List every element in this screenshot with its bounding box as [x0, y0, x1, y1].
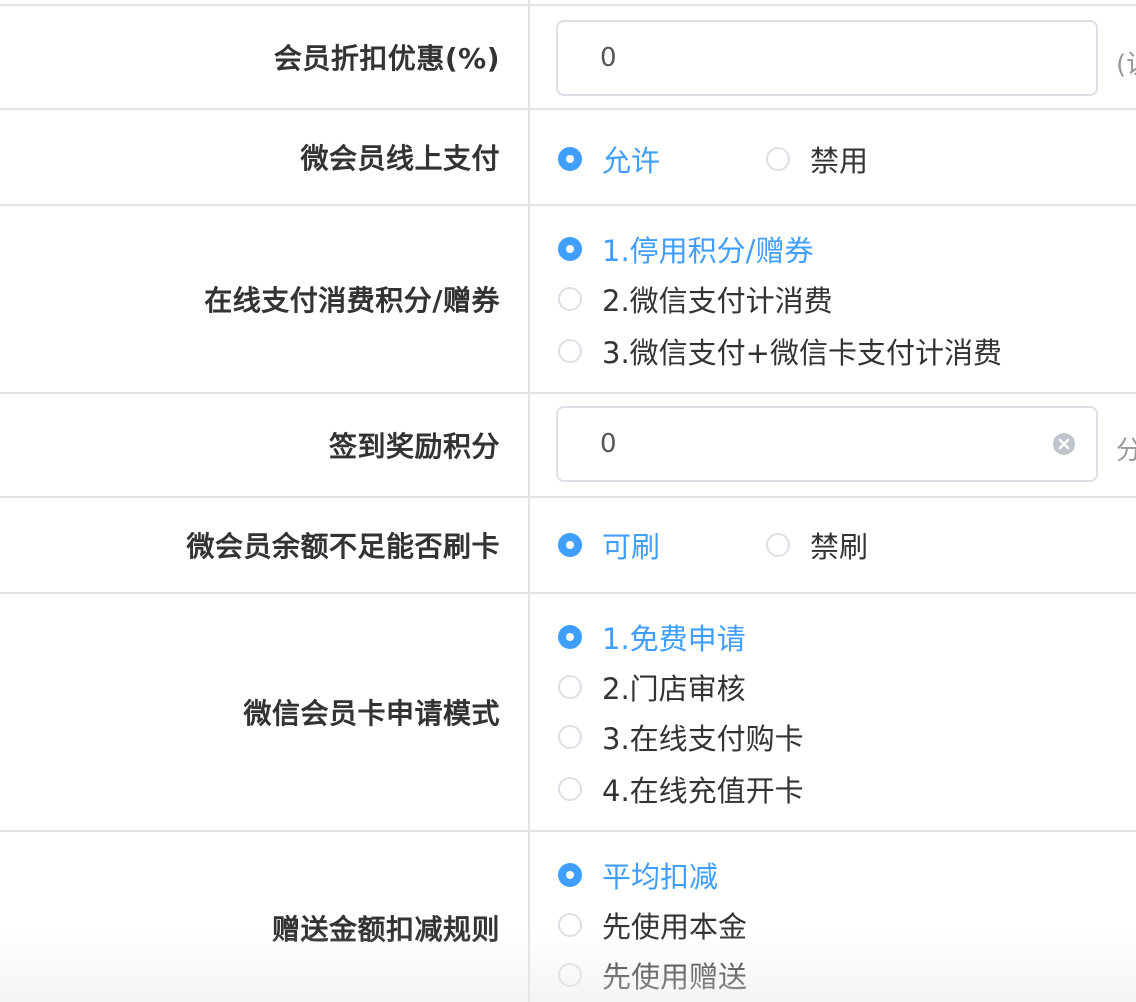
radio-dot-icon: [558, 237, 582, 261]
radio-dot-icon: [558, 777, 582, 801]
checkin-points-label: 签到奖励积分: [328, 430, 500, 463]
card-apply-mode-label: 微信会员卡申请模式: [243, 697, 500, 730]
gift-deduct-rule-label: 赠送金额扣减规则: [271, 913, 500, 946]
member-settings-form: 会员折扣优惠(%) 0 (说 微会员线上支付 允许 禁用 在线支付消费积分/赠券…: [0, 0, 1136, 1002]
radio-dot-icon: [558, 339, 582, 363]
radio-dot-icon: [558, 675, 582, 699]
row-checkin-points: 签到奖励积分 0 分: [0, 394, 1136, 498]
row-gift-deduct-rule: 赠送金额扣减规则 平均扣减 先使用本金 先使用赠送: [0, 832, 1136, 1002]
radio-label: 禁用: [810, 144, 869, 178]
radio-points-wechat-pay-card[interactable]: 3.微信支付+微信卡支付计消费: [558, 330, 1002, 372]
radio-label: 先使用赠送: [602, 960, 748, 994]
radio-label: 2.门店审核: [602, 672, 746, 706]
member-discount-value: 0: [600, 43, 617, 73]
row-online-pay: 微会员线上支付 允许 禁用: [0, 110, 1136, 206]
radio-dot-icon: [766, 533, 790, 557]
radio-label: 1.停用积分/赠券: [602, 234, 814, 268]
radio-label: 禁刷: [810, 530, 869, 564]
checkin-points-value: 0: [600, 429, 617, 459]
radio-label: 平均扣减: [602, 860, 719, 894]
radio-online-pay-allow[interactable]: 允许: [558, 138, 660, 180]
radio-dot-icon: [558, 147, 582, 171]
radio-online-pay-disable[interactable]: 禁用: [766, 138, 868, 180]
radio-dot-icon: [558, 725, 582, 749]
radio-points-stop[interactable]: 1.停用积分/赠券: [558, 228, 813, 270]
member-discount-input[interactable]: 0: [556, 20, 1098, 96]
radio-balance-deny[interactable]: 禁刷: [766, 524, 868, 566]
row-card-apply-mode: 微信会员卡申请模式 1.免费申请 2.门店审核 3.在线支付购卡 4.在线充值开…: [0, 594, 1136, 832]
radio-label: 允许: [602, 144, 661, 178]
row-member-discount: 会员折扣优惠(%) 0 (说: [0, 4, 1136, 110]
radio-apply-free[interactable]: 1.免费申请: [558, 616, 746, 658]
radio-apply-online-buy[interactable]: 3.在线支付购卡: [558, 716, 804, 758]
radio-dot-icon: [558, 913, 582, 937]
radio-dot-icon: [766, 147, 790, 171]
radio-label: 3.在线支付购卡: [602, 722, 804, 756]
radio-points-wechat-pay[interactable]: 2.微信支付计消费: [558, 278, 833, 320]
radio-deduct-average[interactable]: 平均扣减: [558, 854, 718, 896]
member-discount-label: 会员折扣优惠(%): [273, 42, 500, 75]
radio-apply-store-review[interactable]: 2.门店审核: [558, 666, 746, 708]
radio-apply-online-recharge[interactable]: 4.在线充值开卡: [558, 768, 804, 810]
radio-label: 3.微信支付+微信卡支付计消费: [602, 336, 1002, 370]
radio-deduct-gift-first[interactable]: 先使用赠送: [558, 954, 747, 996]
radio-label: 先使用本金: [602, 910, 748, 944]
circle-x-icon[interactable]: [1052, 432, 1076, 456]
points-coupon-label: 在线支付消费积分/赠券: [204, 284, 500, 317]
row-insufficient-balance: 微会员余额不足能否刷卡 可刷 禁刷: [0, 498, 1136, 594]
column-divider: [528, 0, 530, 1002]
member-discount-suffix: (说: [1116, 50, 1136, 80]
radio-label: 4.在线充值开卡: [602, 774, 804, 808]
radio-label: 1.免费申请: [602, 622, 746, 656]
radio-dot-icon: [558, 863, 582, 887]
checkin-points-suffix: 分: [1116, 436, 1136, 466]
radio-deduct-principal-first[interactable]: 先使用本金: [558, 904, 747, 946]
radio-dot-icon: [558, 287, 582, 311]
row-points-coupon: 在线支付消费积分/赠券 1.停用积分/赠券 2.微信支付计消费 3.微信支付+微…: [0, 206, 1136, 394]
radio-label: 2.微信支付计消费: [602, 284, 833, 318]
checkin-points-input[interactable]: 0: [556, 406, 1098, 482]
radio-dot-icon: [558, 963, 582, 987]
online-pay-label: 微会员线上支付: [300, 142, 500, 175]
insufficient-balance-label: 微会员余额不足能否刷卡: [186, 530, 500, 563]
radio-label: 可刷: [602, 530, 661, 564]
radio-dot-icon: [558, 533, 582, 557]
radio-balance-allow[interactable]: 可刷: [558, 524, 660, 566]
radio-dot-icon: [558, 625, 582, 649]
